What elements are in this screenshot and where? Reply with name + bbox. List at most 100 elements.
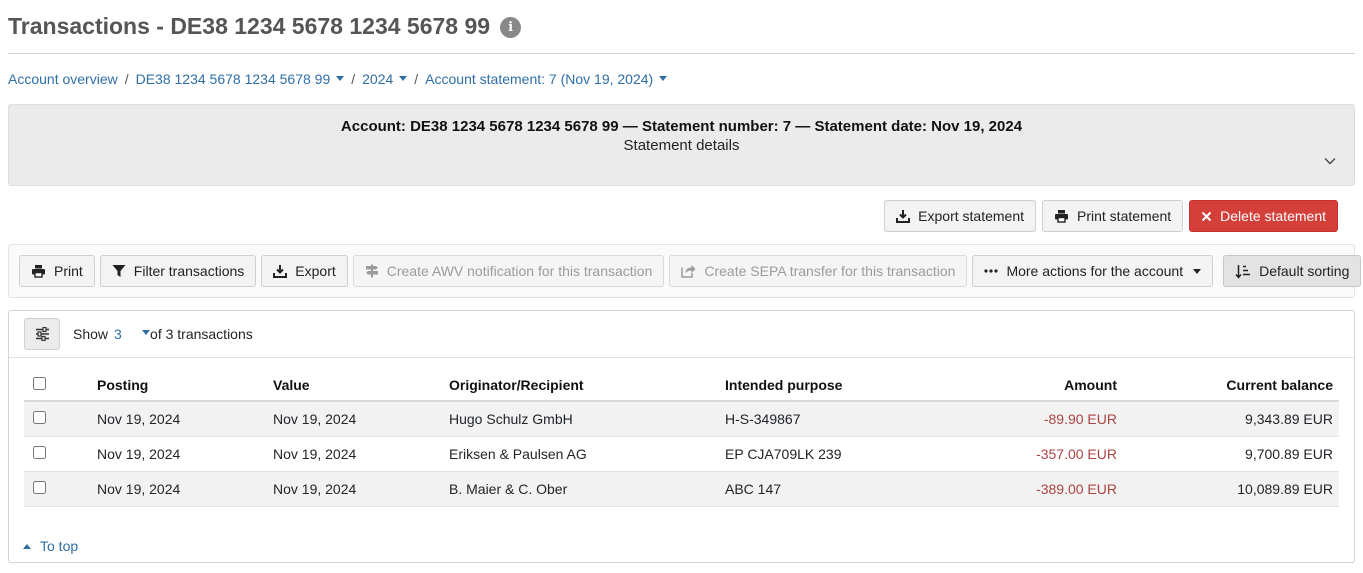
- statement-actions: Export statement Print statement Delete …: [8, 200, 1355, 232]
- row-checkbox[interactable]: [33, 410, 46, 424]
- page-size-value: 3: [114, 326, 122, 342]
- export-label: Export: [295, 263, 336, 279]
- more-actions-label: More actions for the account: [1006, 263, 1184, 279]
- cell-posting: Nov 19, 2024: [97, 436, 273, 472]
- header-posting[interactable]: Posting: [97, 369, 273, 402]
- cell-balance: 9,343.89 EUR: [1117, 401, 1339, 437]
- transactions-toolbar: Print Filter transactions Export Create …: [8, 244, 1362, 298]
- breadcrumb: Account overview / DE38 1234 5678 1234 5…: [8, 54, 1355, 104]
- header-value[interactable]: Value: [273, 369, 449, 402]
- default-sorting-label: Default sorting: [1259, 263, 1350, 279]
- download-icon: [273, 265, 288, 278]
- to-top-link[interactable]: To top: [23, 538, 78, 554]
- export-statement-label: Export statement: [918, 208, 1024, 224]
- cell-purpose: H-S-349867: [725, 401, 955, 437]
- export-statement-button[interactable]: Export statement: [884, 200, 1036, 232]
- header-balance[interactable]: Current balance: [1117, 369, 1339, 402]
- cell-posting: Nov 19, 2024: [97, 401, 273, 437]
- print-button[interactable]: Print: [19, 255, 95, 287]
- breadcrumb-statement-label: Account statement: 7 (Nov 19, 2024): [425, 71, 654, 87]
- chevron-down-icon[interactable]: [1324, 155, 1336, 167]
- statement-subheading: Statement details: [623, 137, 740, 154]
- delete-statement-label: Delete statement: [1220, 208, 1326, 224]
- delete-statement-button[interactable]: Delete statement: [1189, 200, 1338, 232]
- cell-originator: Eriksen & Paulsen AG: [449, 436, 725, 472]
- to-top-label: To top: [40, 538, 79, 554]
- caret-down-icon: [399, 75, 408, 81]
- cell-posting: Nov 19, 2024: [97, 471, 273, 507]
- caret-down-icon: [659, 75, 668, 81]
- breadcrumb-account-overview[interactable]: Account overview: [8, 71, 118, 87]
- cell-amount: -89.90 EUR: [955, 401, 1117, 437]
- download-icon: [896, 210, 911, 223]
- breadcrumb-statement-dropdown[interactable]: Account statement: 7 (Nov 19, 2024): [425, 71, 668, 87]
- header-originator[interactable]: Originator/Recipient: [449, 369, 725, 402]
- transactions-panel: Show 3 of 3 transactions Posting Value O…: [8, 310, 1355, 563]
- ellipsis-icon: [984, 269, 999, 273]
- row-checkbox[interactable]: [33, 445, 46, 459]
- print-statement-label: Print statement: [1077, 208, 1172, 224]
- page-size-select[interactable]: 3: [114, 326, 150, 342]
- signpost-icon: [365, 264, 378, 278]
- caret-down-icon: [336, 75, 345, 81]
- filter-transactions-button[interactable]: Filter transactions: [99, 255, 257, 287]
- breadcrumb-account-dropdown[interactable]: DE38 1234 5678 1234 5678 99: [136, 71, 345, 87]
- table-row[interactable]: Nov 19, 2024 Nov 19, 2024 B. Maier & C. …: [24, 471, 1339, 507]
- select-all-checkbox[interactable]: [33, 376, 46, 390]
- breadcrumb-year-dropdown[interactable]: 2024: [362, 71, 408, 87]
- create-awv-notification-button: Create AWV notification for this transac…: [352, 255, 665, 287]
- breadcrumb-year-label: 2024: [362, 71, 394, 87]
- breadcrumb-account-label: DE38 1234 5678 1234 5678 99: [135, 71, 331, 87]
- table-header-row: Posting Value Originator/Recipient Inten…: [24, 369, 1339, 402]
- select-all-cell: [24, 369, 97, 402]
- sort-icon: [1235, 264, 1251, 279]
- transaction-count-label: of 3 transactions: [150, 326, 253, 342]
- table-row[interactable]: Nov 19, 2024 Nov 19, 2024 Hugo Schulz Gm…: [24, 401, 1339, 437]
- cell-amount: -357.00 EUR: [955, 436, 1117, 472]
- cell-purpose: EP CJA709LK 239: [725, 436, 955, 472]
- cell-value: Nov 19, 2024: [273, 401, 449, 437]
- printer-icon: [1055, 210, 1068, 223]
- share-icon: [681, 265, 696, 278]
- export-button[interactable]: Export: [261, 255, 348, 287]
- close-icon: [1201, 211, 1212, 221]
- show-label: Show: [73, 326, 109, 342]
- cell-value: Nov 19, 2024: [273, 471, 449, 507]
- filter-transactions-label: Filter transactions: [133, 263, 245, 279]
- caret-down-icon: [1193, 268, 1202, 274]
- page-title: Transactions - DE38 1234 5678 1234 5678 …: [8, 13, 491, 39]
- page-header: Transactions - DE38 1234 5678 1234 5678 …: [8, 0, 1355, 54]
- create-awv-notification-label: Create AWV notification for this transac…: [386, 263, 653, 279]
- list-controls: Show 3 of 3 transactions: [9, 311, 1354, 358]
- default-sorting-button[interactable]: Default sorting: [1223, 255, 1362, 287]
- more-actions-dropdown[interactable]: More actions for the account: [972, 255, 1214, 287]
- header-purpose[interactable]: Intended purpose: [725, 369, 955, 402]
- cell-originator: B. Maier & C. Ober: [449, 471, 725, 507]
- cell-purpose: ABC 147: [725, 471, 955, 507]
- breadcrumb-separator: /: [124, 71, 129, 87]
- cell-originator: Hugo Schulz GmbH: [449, 401, 725, 437]
- header-amount[interactable]: Amount: [955, 369, 1117, 402]
- statement-heading: Account: DE38 1234 5678 1234 5678 99 — S…: [340, 118, 1023, 135]
- cell-balance: 10,089.89 EUR: [1117, 471, 1339, 507]
- sliders-icon: [35, 327, 49, 341]
- print-statement-button[interactable]: Print statement: [1042, 200, 1184, 232]
- cell-balance: 9,700.89 EUR: [1117, 436, 1339, 472]
- caret-down-icon: [141, 329, 150, 335]
- cell-amount: -389.00 EUR: [955, 471, 1117, 507]
- printer-icon: [32, 265, 45, 278]
- transactions-table: Posting Value Originator/Recipient Inten…: [24, 369, 1339, 507]
- cell-value: Nov 19, 2024: [273, 436, 449, 472]
- statement-details-panel[interactable]: Account: DE38 1234 5678 1234 5678 99 — S…: [8, 104, 1355, 186]
- filter-icon: [112, 265, 126, 277]
- row-checkbox[interactable]: [33, 480, 46, 494]
- caret-up-icon: [23, 543, 31, 549]
- info-icon[interactable]: i: [500, 17, 522, 38]
- print-label: Print: [54, 263, 83, 279]
- column-settings-button[interactable]: [24, 318, 60, 350]
- create-sepa-transfer-label: Create SEPA transfer for this transactio…: [704, 263, 956, 279]
- breadcrumb-separator: /: [414, 71, 419, 87]
- breadcrumb-separator: /: [351, 71, 356, 87]
- create-sepa-transfer-button: Create SEPA transfer for this transactio…: [669, 255, 968, 287]
- table-row[interactable]: Nov 19, 2024 Nov 19, 2024 Eriksen & Paul…: [24, 436, 1339, 472]
